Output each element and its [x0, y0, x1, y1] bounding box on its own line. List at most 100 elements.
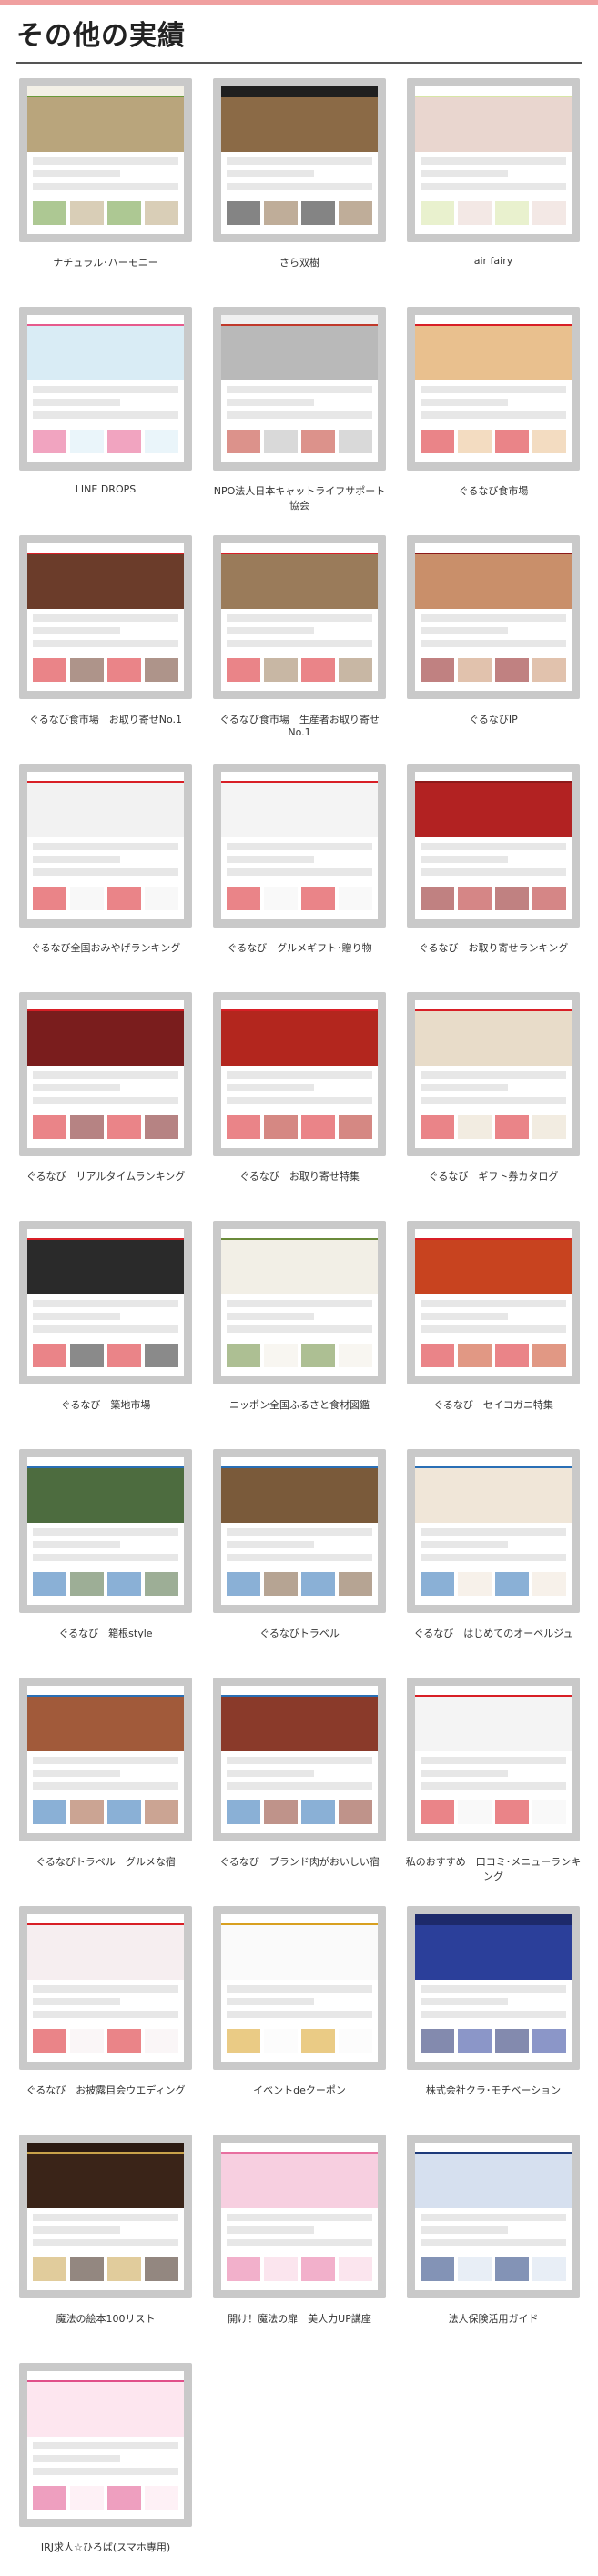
work-thumbnail-frame[interactable]	[19, 1221, 192, 1384]
work-item[interactable]: 私のおすすめ 口コミ･メニューランキング	[404, 1678, 583, 1898]
thumbnail-product-tile	[458, 1572, 492, 1596]
work-item[interactable]: さら双樹	[210, 78, 389, 299]
work-thumbnail-frame[interactable]	[19, 78, 192, 242]
work-item[interactable]: ぐるなび ギフト券カタログ	[404, 992, 583, 1212]
work-thumbnail-frame[interactable]	[407, 78, 580, 242]
work-caption[interactable]: ぐるなび セイコガニ特集	[404, 1397, 583, 1412]
work-item[interactable]: ぐるなびトラベル グルメな宿	[16, 1678, 195, 1898]
work-item[interactable]: ぐるなび お披露目会ウエディング	[16, 1906, 195, 2126]
work-item[interactable]: ぐるなび食市場 お取り寄せNo.1	[16, 535, 195, 756]
work-caption[interactable]: ぐるなび お取り寄せ特集	[210, 1169, 389, 1183]
work-caption[interactable]: NPO法人日本キャットライフサポート協会	[210, 483, 389, 512]
work-item[interactable]: イベントdeクーポン	[210, 1906, 389, 2126]
work-caption[interactable]: ぐるなび食市場	[404, 483, 583, 498]
work-caption[interactable]: ぐるなび食市場 お取り寄せNo.1	[16, 712, 195, 726]
work-item[interactable]: IRJ求人☆ひろば(スマホ専用)	[16, 2363, 195, 2576]
work-thumbnail-frame[interactable]	[213, 2135, 386, 2298]
work-item[interactable]: NPO法人日本キャットライフサポート協会	[210, 307, 389, 527]
work-item[interactable]: ぐるなび 築地市場	[16, 1221, 195, 1441]
work-thumbnail-frame[interactable]	[213, 1221, 386, 1384]
work-caption[interactable]: ぐるなび食市場 生産者お取り寄せNo.1	[210, 712, 389, 738]
work-caption[interactable]: ぐるなび はじめてのオーベルジュ	[404, 1626, 583, 1640]
work-thumbnail-frame[interactable]	[407, 992, 580, 1156]
work-caption[interactable]: さら双樹	[210, 255, 389, 269]
work-item[interactable]: ぐるなび お取り寄せランキング	[404, 764, 583, 984]
work-caption[interactable]: 法人保険活用ガイド	[404, 2311, 583, 2326]
work-item[interactable]: ぐるなび セイコガニ特集	[404, 1221, 583, 1441]
work-caption[interactable]: air fairy	[404, 255, 583, 267]
work-thumbnail-frame[interactable]	[213, 1906, 386, 2070]
work-caption[interactable]: LINE DROPS	[16, 483, 195, 495]
work-thumbnail-frame[interactable]	[213, 1678, 386, 1841]
work-thumbnail-frame[interactable]	[407, 1906, 580, 2070]
work-caption[interactable]: ぐるなび お披露目会ウエディング	[16, 2083, 195, 2097]
work-thumbnail-frame[interactable]	[407, 535, 580, 699]
work-item[interactable]: 開け！魔法の扉 美人力UP講座	[210, 2135, 389, 2355]
work-thumbnail-frame[interactable]	[213, 1449, 386, 1613]
thumbnail-text-line	[421, 2226, 508, 2234]
thumbnail-text-line	[33, 2239, 178, 2246]
work-caption[interactable]: ぐるなび ギフト券カタログ	[404, 1169, 583, 1183]
work-thumbnail-frame[interactable]	[19, 2135, 192, 2298]
work-caption[interactable]: 私のおすすめ 口コミ･メニューランキング	[404, 1854, 583, 1883]
work-item[interactable]: 法人保険活用ガイド	[404, 2135, 583, 2355]
work-thumbnail-frame[interactable]	[213, 992, 386, 1156]
work-item[interactable]: ぐるなび はじめてのオーベルジュ	[404, 1449, 583, 1669]
work-thumbnail-frame[interactable]	[19, 307, 192, 471]
work-item[interactable]: ニッポン全国ふるさと食材図鑑	[210, 1221, 389, 1441]
work-caption[interactable]: ぐるなびトラベル グルメな宿	[16, 1854, 195, 1869]
work-item[interactable]: ぐるなび 箱根style	[16, 1449, 195, 1669]
work-caption[interactable]: 株式会社クラ･モチベーション	[404, 2083, 583, 2097]
work-caption[interactable]: ぐるなび全国おみやげランキング	[16, 940, 195, 955]
work-caption[interactable]: ぐるなびIP	[404, 712, 583, 726]
work-item[interactable]: LINE DROPS	[16, 307, 195, 527]
work-caption[interactable]: ぐるなびトラベル	[210, 1626, 389, 1640]
thumbnail-text-lines	[221, 1751, 378, 1800]
work-caption[interactable]: IRJ求人☆ひろば(スマホ専用)	[16, 2540, 195, 2554]
work-thumbnail-frame[interactable]	[213, 535, 386, 699]
work-caption[interactable]: ぐるなび 箱根style	[16, 1626, 195, 1640]
work-caption[interactable]: ぐるなび グルメギフト･贈り物	[210, 940, 389, 955]
work-caption[interactable]: イベントdeクーポン	[210, 2083, 389, 2097]
work-thumbnail-frame[interactable]	[213, 307, 386, 471]
thumbnail-product-tiles	[27, 1572, 184, 1596]
work-item[interactable]: 魔法の絵本100リスト	[16, 2135, 195, 2355]
work-thumbnail-frame[interactable]	[407, 2135, 580, 2298]
work-caption[interactable]: ぐるなび 築地市場	[16, 1397, 195, 1412]
work-caption[interactable]: ぐるなび お取り寄せランキング	[404, 940, 583, 955]
work-thumbnail	[415, 1686, 572, 1833]
work-thumbnail-frame[interactable]	[19, 1678, 192, 1841]
work-thumbnail-frame[interactable]	[213, 78, 386, 242]
work-thumbnail-frame[interactable]	[19, 764, 192, 928]
work-item[interactable]: ぐるなび ブランド肉がおいしい宿	[210, 1678, 389, 1898]
work-thumbnail-frame[interactable]	[407, 1221, 580, 1384]
work-item[interactable]: air fairy	[404, 78, 583, 299]
work-item[interactable]: ぐるなび お取り寄せ特集	[210, 992, 389, 1212]
work-item[interactable]: ぐるなび食市場 生産者お取り寄せNo.1	[210, 535, 389, 756]
work-item[interactable]: ぐるなびトラベル	[210, 1449, 389, 1669]
work-thumbnail-frame[interactable]	[19, 1906, 192, 2070]
work-thumbnail-frame[interactable]	[407, 764, 580, 928]
work-caption[interactable]: ナチュラル･ハーモニー	[16, 255, 195, 269]
work-item[interactable]: ぐるなび全国おみやげランキング	[16, 764, 195, 984]
work-thumbnail-frame[interactable]	[213, 764, 386, 928]
work-thumbnail-frame[interactable]	[19, 992, 192, 1156]
work-item[interactable]: ぐるなび リアルタイムランキング	[16, 992, 195, 1212]
work-caption[interactable]: ぐるなび リアルタイムランキング	[16, 1169, 195, 1183]
work-thumbnail-frame[interactable]	[407, 307, 580, 471]
work-item[interactable]: ナチュラル･ハーモニー	[16, 78, 195, 299]
work-thumbnail-frame[interactable]	[407, 1678, 580, 1841]
work-thumbnail	[221, 1229, 378, 1376]
work-item[interactable]: ぐるなび グルメギフト･贈り物	[210, 764, 389, 984]
work-thumbnail-frame[interactable]	[407, 1449, 580, 1613]
work-item[interactable]: 株式会社クラ･モチベーション	[404, 1906, 583, 2126]
work-item[interactable]: ぐるなび食市場	[404, 307, 583, 527]
work-thumbnail-frame[interactable]	[19, 2363, 192, 2527]
work-thumbnail-frame[interactable]	[19, 1449, 192, 1613]
work-thumbnail-frame[interactable]	[19, 535, 192, 699]
work-item[interactable]: ぐるなびIP	[404, 535, 583, 756]
work-caption[interactable]: ニッポン全国ふるさと食材図鑑	[210, 1397, 389, 1412]
work-caption[interactable]: 開け！魔法の扉 美人力UP講座	[210, 2311, 389, 2326]
work-caption[interactable]: 魔法の絵本100リスト	[16, 2311, 195, 2326]
work-caption[interactable]: ぐるなび ブランド肉がおいしい宿	[210, 1854, 389, 1869]
